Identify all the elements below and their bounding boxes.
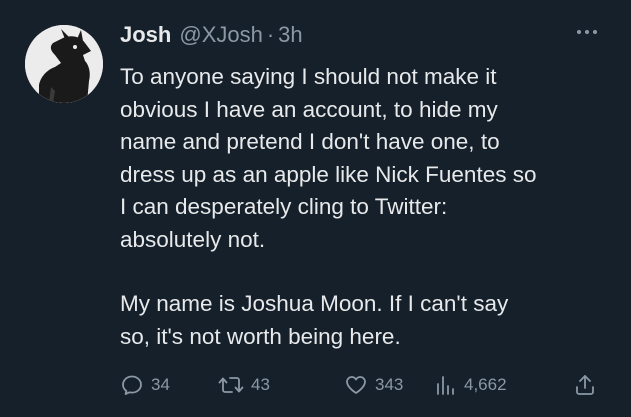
author-handle[interactable]: @XJosh: [179, 22, 262, 48]
tweet-text-line: I can desperately cling to Twitter:: [120, 194, 448, 219]
views-count: 4,662: [464, 375, 507, 394]
reply-icon: [122, 375, 142, 395]
share-button[interactable]: [573, 372, 597, 398]
tweet-card: Josh @XJosh · 3h To anyone saying I shou…: [0, 0, 631, 417]
tweet-text-line: obvious I have an account, to hide my: [120, 96, 498, 122]
tweet-text-line: absolutely not.: [120, 226, 266, 252]
reply-button[interactable]: 34: [120, 372, 170, 398]
heart-icon: [346, 376, 366, 394]
more-dots-icon[interactable]: [577, 30, 597, 34]
tweet-text-line: To anyone saying I should not make it: [120, 64, 497, 89]
retweet-button[interactable]: 43: [218, 372, 270, 398]
tweet-text-line: name and pretend I don't have one, to: [120, 129, 500, 154]
tweet-text-line: My name is Joshua Moon. If I can't say: [120, 291, 509, 316]
tweet-header: Josh @XJosh · 3h: [120, 22, 303, 56]
separator-dot: ·: [266, 22, 275, 47]
retweet-count: 43: [251, 375, 270, 394]
avatar-image: [25, 25, 103, 103]
share-icon: [576, 375, 594, 395]
tweet-text-line: so, it's not worth being here.: [120, 323, 401, 349]
retweet-icon: [218, 377, 244, 393]
author-name[interactable]: Josh: [120, 22, 171, 48]
tweet-text: To anyone saying I should not make it ob…: [120, 61, 615, 353]
like-button[interactable]: 343: [344, 372, 403, 398]
reply-count: 34: [151, 375, 170, 394]
views-button[interactable]: 4,662: [435, 372, 507, 398]
views-icon: [437, 376, 454, 395]
tweet-text-line: dress up as an apple like Nick Fuentes s…: [120, 161, 537, 187]
like-count: 343: [375, 375, 404, 394]
action-bar: 34 43 343 4,662: [120, 372, 610, 398]
avatar[interactable]: [25, 25, 103, 103]
timestamp[interactable]: 3h: [278, 22, 302, 48]
